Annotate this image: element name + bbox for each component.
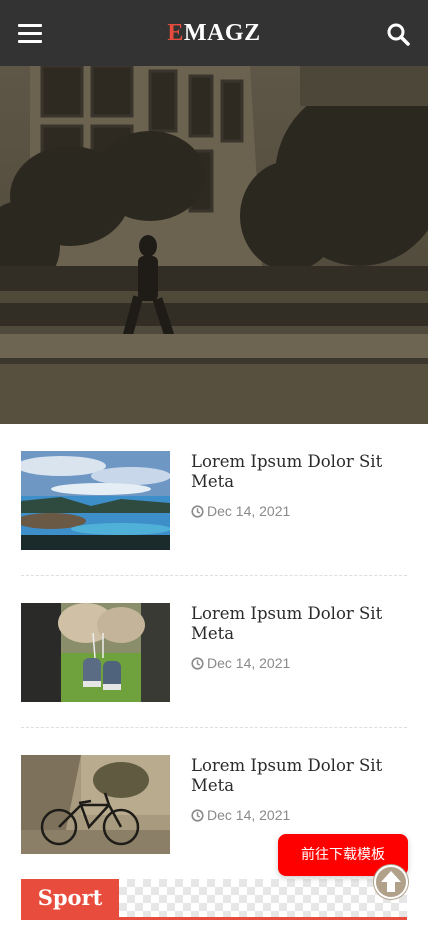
- hero-image: [0, 66, 428, 424]
- date-text: Dec 14, 2021: [207, 503, 291, 519]
- baby-shoes-image: [21, 603, 170, 702]
- top-navbar: EMAGZ: [0, 0, 428, 66]
- article-thumbnail[interactable]: [21, 603, 170, 702]
- site-logo[interactable]: EMAGZ: [0, 20, 428, 47]
- article-title[interactable]: Lorem Ipsum Dolor Sit Meta: [191, 756, 407, 796]
- arrow-up-icon: [374, 865, 408, 899]
- article-date: Dec 14, 2021: [191, 655, 290, 671]
- hero-slider[interactable]: [0, 66, 428, 424]
- article-card[interactable]: Lorem Ipsum Dolor Sit Meta Dec 14, 2021: [21, 603, 407, 703]
- logo-text: MAGZ: [183, 20, 261, 46]
- search-icon[interactable]: [386, 22, 410, 46]
- article-date: Dec 14, 2021: [191, 503, 290, 519]
- clock-icon: [191, 657, 204, 670]
- clock-icon: [191, 505, 204, 518]
- article-date: Dec 14, 2021: [191, 807, 290, 823]
- logo-initial: E: [167, 20, 184, 46]
- section-underline: [21, 917, 407, 920]
- back-to-top-button[interactable]: [373, 864, 409, 900]
- date-text: Dec 14, 2021: [207, 807, 291, 823]
- clock-icon: [191, 809, 204, 822]
- beach-image: [21, 451, 170, 550]
- article-thumbnail[interactable]: [21, 451, 170, 550]
- date-text: Dec 14, 2021: [207, 655, 291, 671]
- article-thumbnail[interactable]: [21, 755, 170, 854]
- article-title[interactable]: Lorem Ipsum Dolor Sit Meta: [191, 604, 407, 644]
- bicycle-image: [21, 755, 170, 854]
- article-title[interactable]: Lorem Ipsum Dolor Sit Meta: [191, 452, 407, 492]
- section-header-sport: Sport: [21, 879, 407, 920]
- section-header-pattern: [119, 879, 407, 917]
- divider: [21, 575, 407, 576]
- article-card[interactable]: Lorem Ipsum Dolor Sit Meta Dec 14, 2021: [21, 451, 407, 551]
- section-title[interactable]: Sport: [21, 879, 119, 917]
- divider: [21, 727, 407, 728]
